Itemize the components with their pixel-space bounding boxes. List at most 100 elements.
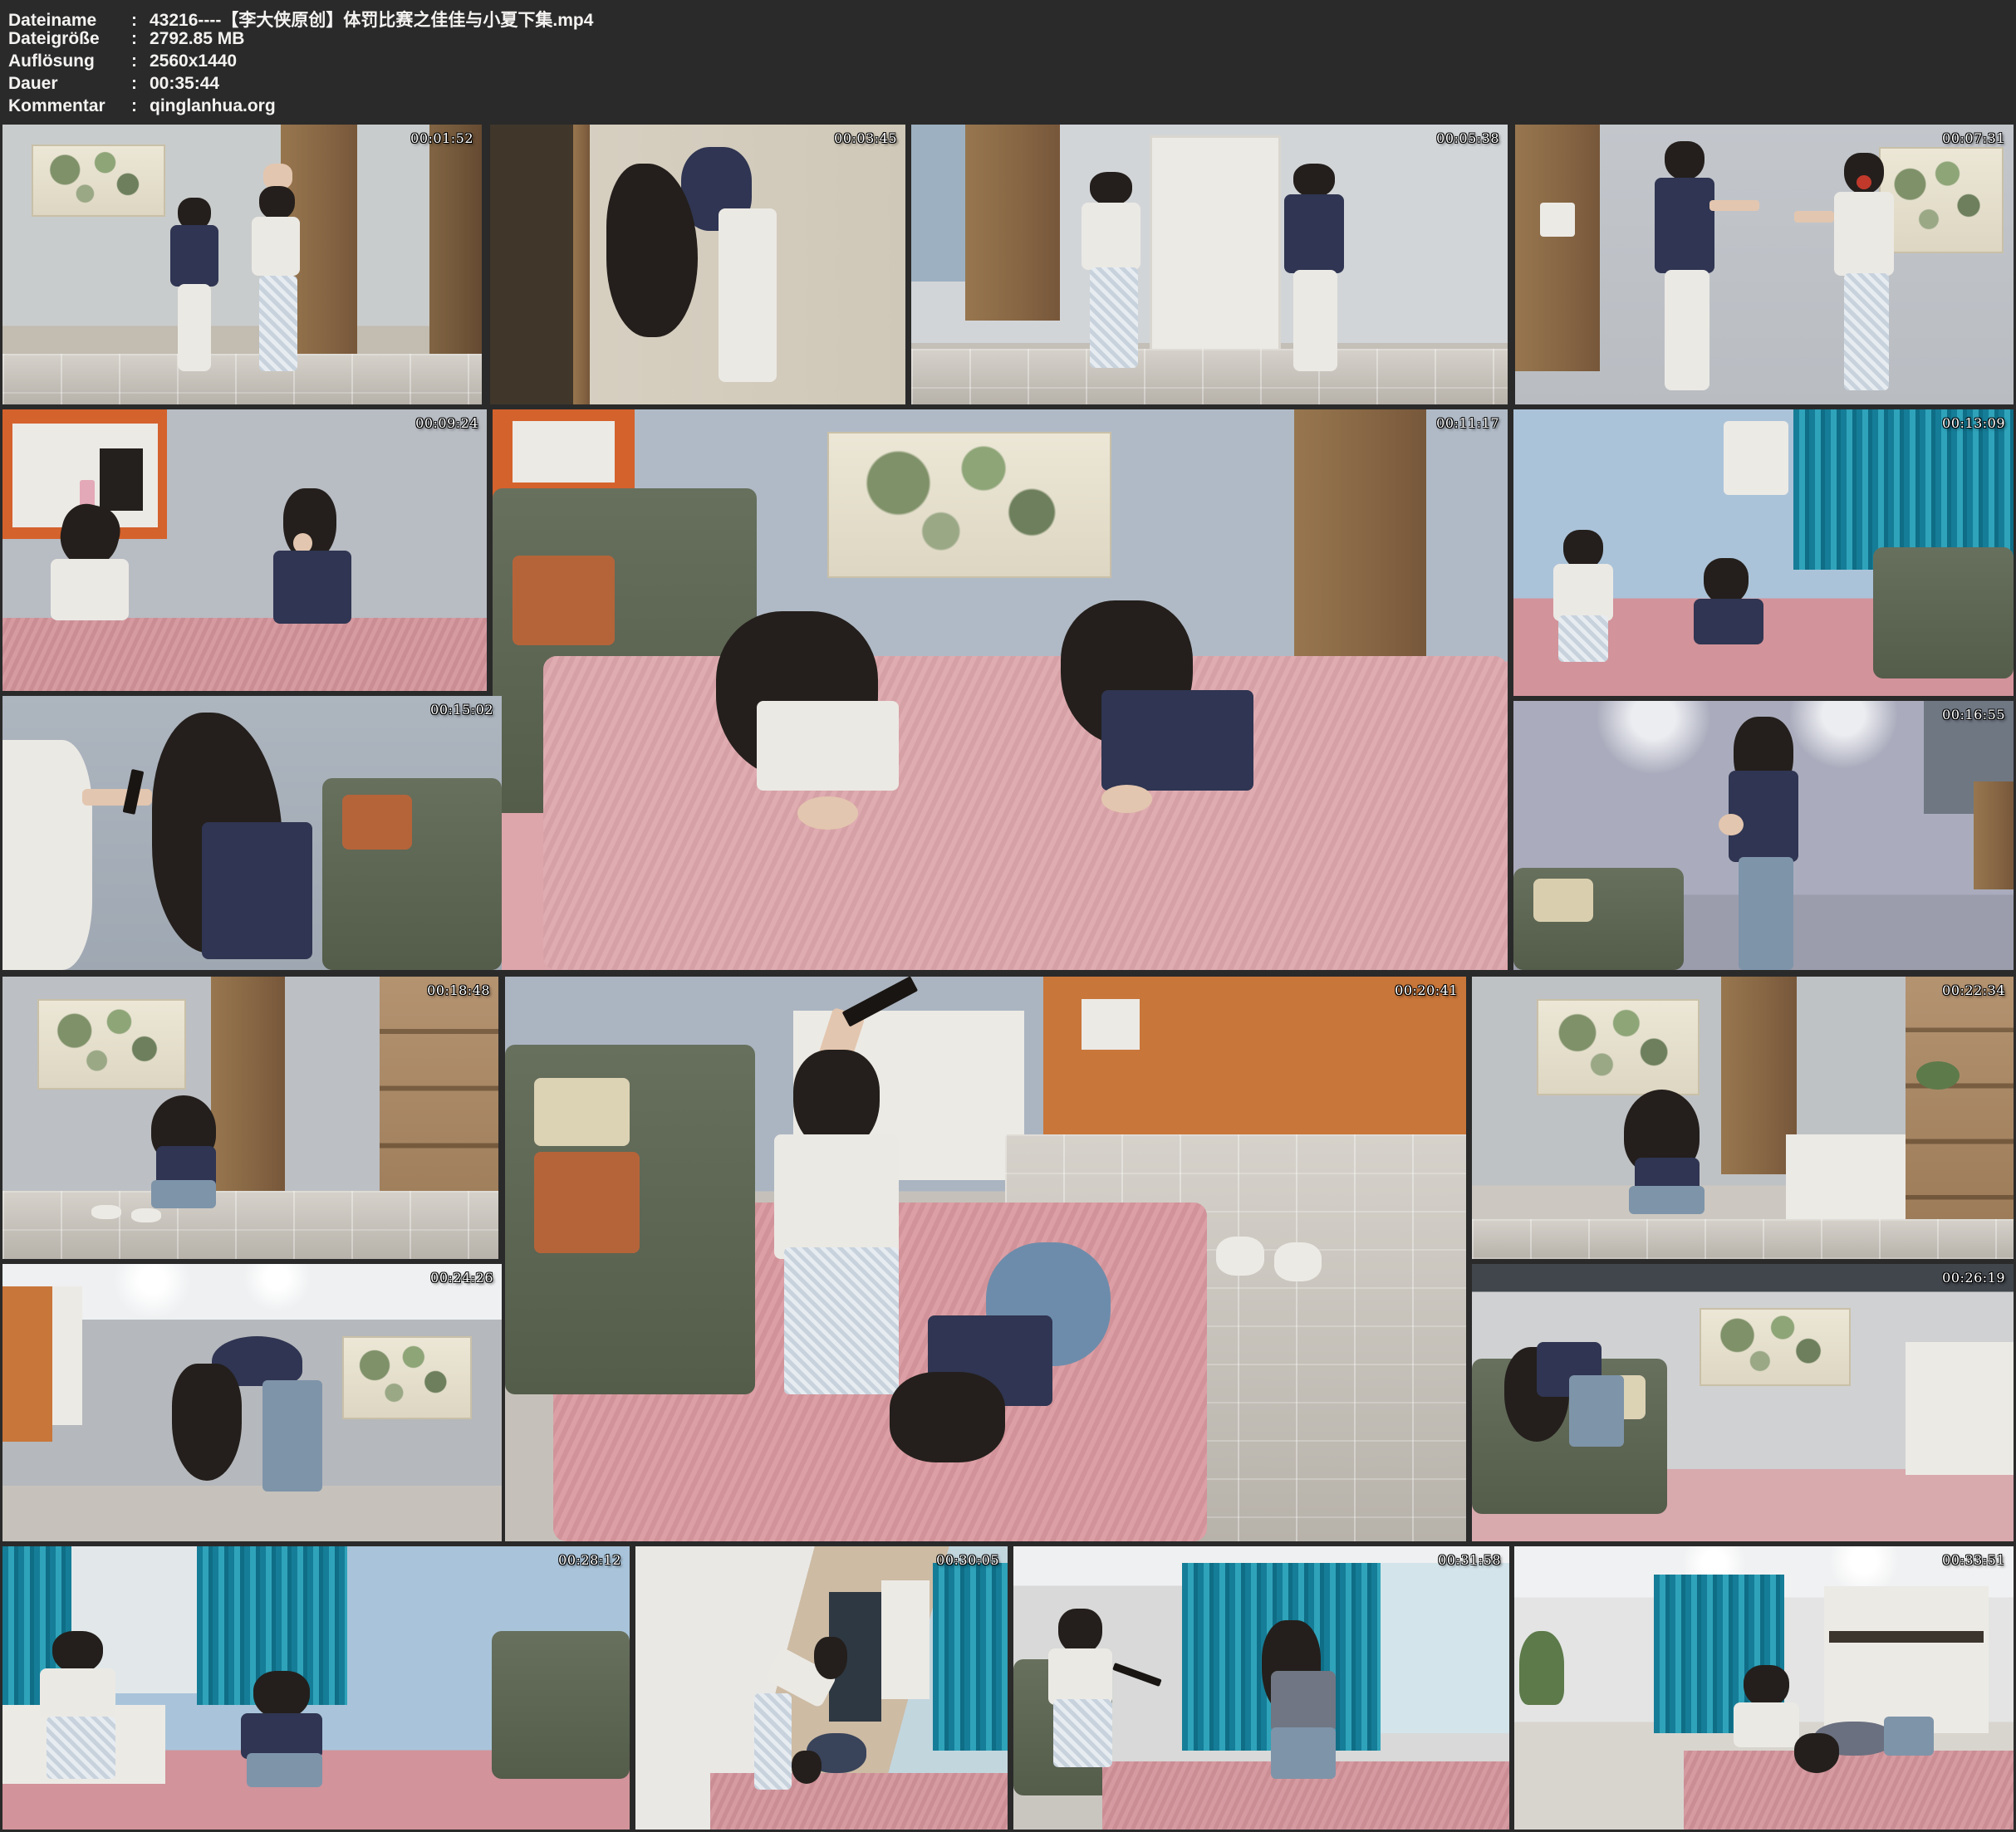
video-thumbnail: 00:18:48 xyxy=(2,977,498,1259)
scene-person-hair xyxy=(1744,1665,1788,1707)
meta-row-filesize: Dateigröße : 2792.85 MB xyxy=(8,29,2016,51)
scene-person-pants xyxy=(1665,270,1709,390)
scene-person-pants xyxy=(1629,1186,1705,1214)
scene-person-hair xyxy=(1794,1733,1839,1773)
scene-scroll-painting xyxy=(37,999,186,1090)
scene-cushion xyxy=(1533,879,1593,922)
scene-person-top xyxy=(40,1668,115,1719)
meta-value-filesize: 2792.85 MB xyxy=(150,29,244,49)
scene-scroll-painting xyxy=(342,1336,472,1419)
video-thumbnail: 00:22:34 xyxy=(1472,977,2014,1259)
timestamp-overlay: 00:05:38 xyxy=(1436,130,1499,146)
scene-orange-cabinet xyxy=(2,1286,52,1442)
timestamp-overlay: 00:18:48 xyxy=(427,982,490,998)
scene-drawers xyxy=(1786,1134,1905,1219)
scene-person-top xyxy=(2,740,92,970)
video-thumbnail: 00:24:26 xyxy=(2,1264,502,1541)
scene-scroll-painting xyxy=(827,432,1111,578)
scene-door xyxy=(211,977,286,1191)
scene-person-top xyxy=(1284,194,1344,272)
scene-pink-mat xyxy=(543,656,1508,970)
scene-person-pants xyxy=(1293,270,1338,370)
scene-piano-lid xyxy=(1829,1631,1984,1643)
scene-person-pants xyxy=(1090,267,1137,368)
timestamp-overlay: 00:03:45 xyxy=(834,130,897,146)
scene-person-pants xyxy=(151,1180,216,1208)
scene-person-pants xyxy=(262,1380,322,1492)
scene-cabinet-side xyxy=(52,1286,82,1425)
scene-person-top xyxy=(1048,1648,1113,1705)
scene-person-hands xyxy=(1719,814,1744,835)
meta-value-filename: 43216----【李大侠原创】体罚比赛之佳佳与小夏下集.mp4 xyxy=(150,7,593,32)
scene-person-top xyxy=(252,217,300,276)
video-thumbnail: 00:11:17 xyxy=(493,409,1508,970)
timestamp-overlay: 00:15:02 xyxy=(430,702,493,718)
video-thumbnail: 00:26:19 xyxy=(1472,1264,2014,1541)
scene-person-pants xyxy=(259,276,297,371)
scene-curtain xyxy=(1793,409,2014,570)
scene-floor xyxy=(2,1191,498,1259)
scene-sneaker xyxy=(131,1208,161,1222)
scene-person-hair xyxy=(890,1372,1005,1462)
timestamp-overlay: 00:24:26 xyxy=(430,1270,493,1286)
video-thumbnail: 00:07:31 xyxy=(1515,125,2014,404)
scene-door xyxy=(1150,135,1281,354)
scene-person-hair xyxy=(172,1364,242,1480)
video-thumbnail: 00:31:58 xyxy=(1013,1546,1509,1830)
meta-label: Auflösung xyxy=(8,51,131,71)
scene-floor xyxy=(2,354,482,404)
scene-kettle xyxy=(1540,203,1575,236)
video-thumbnail: 00:15:02 xyxy=(2,696,502,970)
meta-label: Dateiname xyxy=(8,11,131,31)
scene-scroll-painting xyxy=(1537,999,1700,1095)
scene-sheer-curtain xyxy=(1381,1563,1509,1733)
scene-person-hair xyxy=(1704,558,1749,604)
scene-plant xyxy=(1519,1631,1564,1705)
scene-person-hair xyxy=(1090,172,1131,205)
timestamp-overlay: 00:28:12 xyxy=(558,1552,621,1568)
scene-person-pants xyxy=(1053,1699,1113,1767)
video-thumbnail: 00:30:05 xyxy=(635,1546,1008,1830)
file-metadata-header: Dateiname : 43216----【李大侠原创】体罚比赛之佳佳与小夏下集… xyxy=(0,0,2016,123)
video-thumbnail: 00:01:52 xyxy=(2,125,482,404)
scene-piano xyxy=(1906,1342,2014,1475)
timestamp-overlay: 00:07:31 xyxy=(1942,130,2005,146)
meta-value-resolution: 2560x1440 xyxy=(150,51,237,71)
video-thumbnail: 00:20:41 xyxy=(505,977,1466,1541)
timestamp-overlay: 00:11:17 xyxy=(1436,415,1499,431)
scene-floor xyxy=(1472,1219,2014,1259)
scene-person-hair xyxy=(1293,164,1335,197)
scene-person-hands xyxy=(1101,785,1152,813)
scene-plant xyxy=(1916,1061,1960,1090)
scene-person-pants xyxy=(754,1693,792,1790)
scene-person-pants xyxy=(1739,857,1793,970)
scene-door-frame xyxy=(573,125,590,404)
timestamp-overlay: 00:26:19 xyxy=(1942,1270,2005,1286)
scene-person-top xyxy=(1271,1671,1336,1733)
scene-person-arm xyxy=(82,789,152,806)
scene-floor xyxy=(911,349,1508,404)
scene-person-hair xyxy=(1665,141,1705,180)
meta-label: Dauer xyxy=(8,74,131,94)
scene-person-top xyxy=(51,559,128,621)
scene-cabinet xyxy=(965,125,1061,321)
timestamp-overlay: 00:22:34 xyxy=(1942,982,2005,998)
timestamp-overlay: 00:09:24 xyxy=(415,415,478,431)
scene-person-hair xyxy=(1058,1609,1103,1654)
scene-cabinet xyxy=(1515,125,1600,371)
scene-person-pants xyxy=(719,208,777,382)
scene-raised-arms xyxy=(263,164,292,189)
scene-person-top xyxy=(241,1713,322,1759)
scene-shelf xyxy=(380,977,498,1225)
scene-person-top xyxy=(1101,690,1253,791)
scene-person-top xyxy=(1082,203,1141,270)
scene-door xyxy=(1294,409,1426,656)
timestamp-overlay: 00:13:09 xyxy=(1942,415,2005,431)
video-thumbnail: 00:09:24 xyxy=(2,409,487,691)
scene-person-top xyxy=(1553,564,1613,621)
scene-desk-clutter xyxy=(1082,999,1139,1050)
meta-label: Kommentar xyxy=(8,96,131,116)
scene-sneaker xyxy=(1274,1242,1322,1282)
scene-strap xyxy=(1113,1663,1162,1686)
scene-cushion xyxy=(534,1078,630,1146)
